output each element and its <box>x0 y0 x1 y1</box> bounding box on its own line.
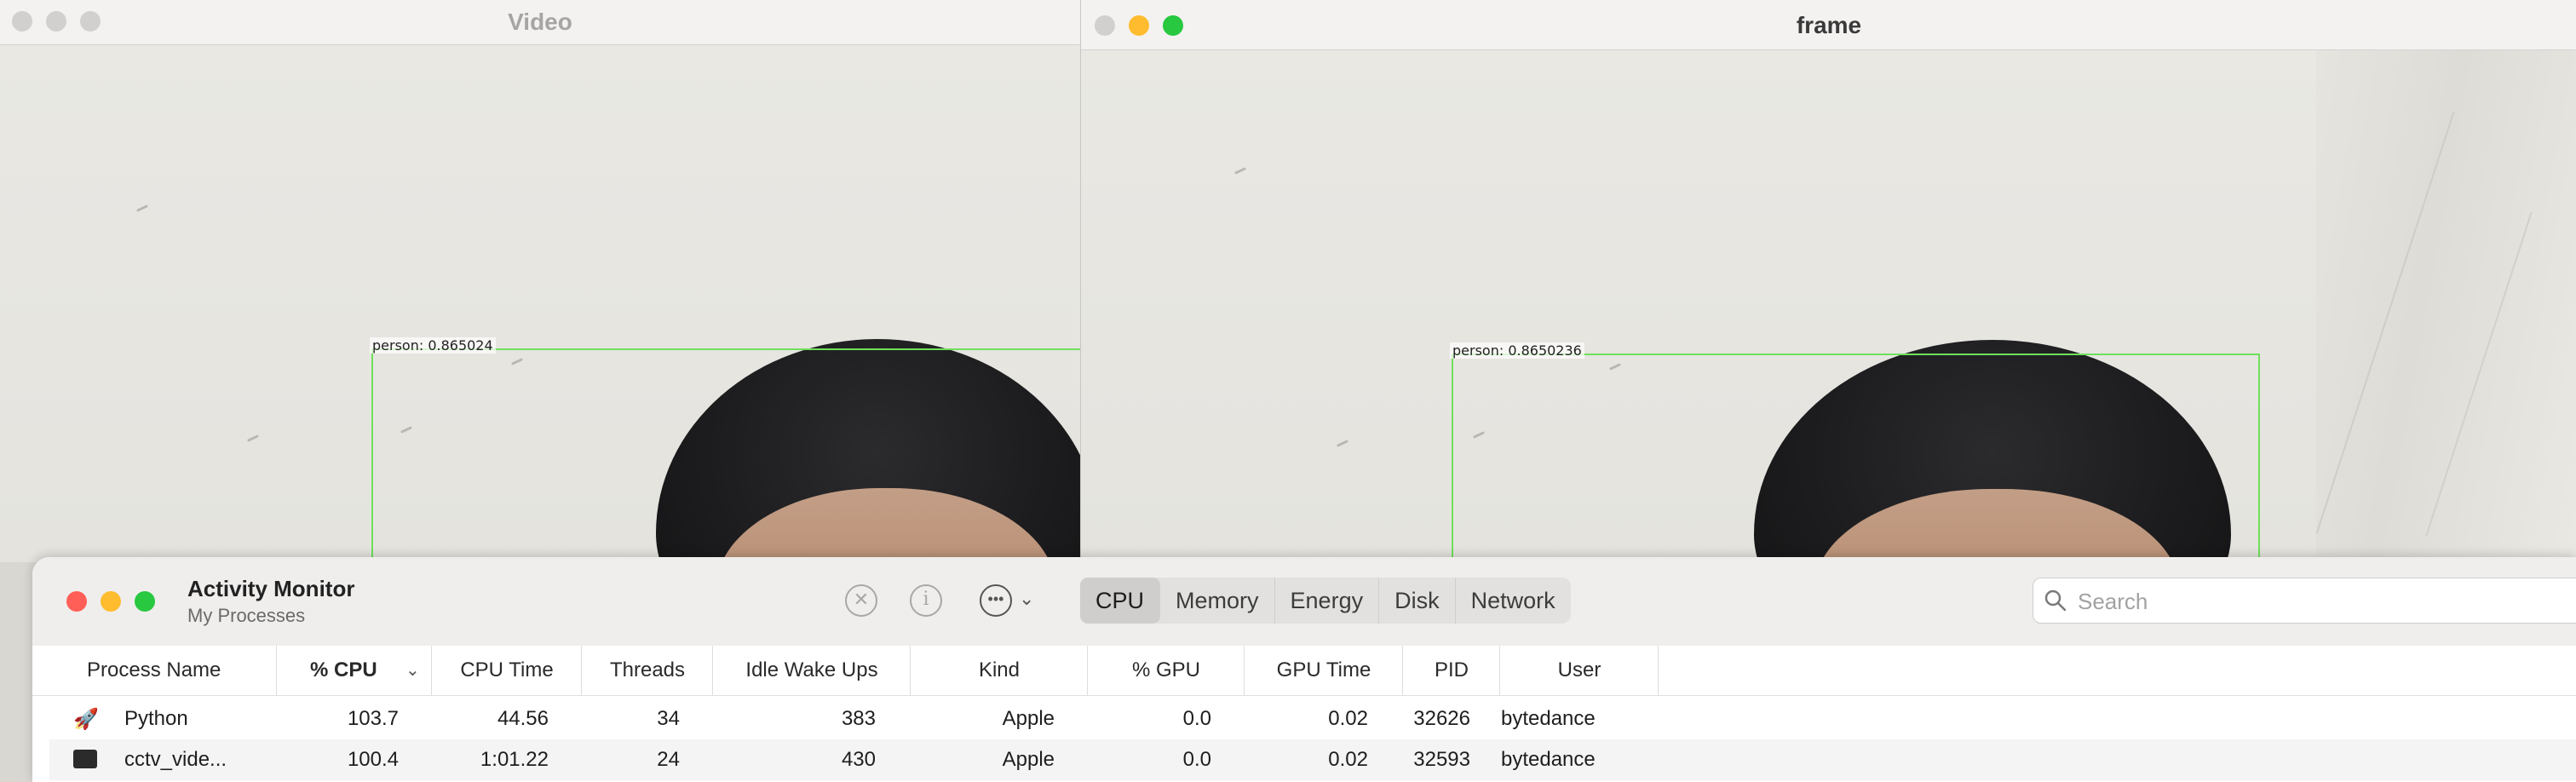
tab-memory[interactable]: Memory <box>1160 578 1275 624</box>
column-header-kind[interactable]: Kind <box>911 646 1088 695</box>
toolbar: Activity Monitor My Processes ✕ i ••• ⌄ … <box>32 557 2576 647</box>
info-icon[interactable]: i <box>910 584 942 617</box>
pid: 32593 <box>1413 748 1470 771</box>
activity-monitor-window: Activity Monitor My Processes ✕ i ••• ⌄ … <box>32 557 2576 782</box>
stop-process-icon[interactable]: ✕ <box>845 584 877 617</box>
column-header-cpu[interactable]: % CPU ⌄ <box>278 646 432 695</box>
column-header-pid[interactable]: PID <box>1404 646 1500 695</box>
gpu-percent: 0.0 <box>1182 707 1211 730</box>
process-name: cctv_vide... <box>124 748 227 771</box>
more-options-icon[interactable]: ••• <box>980 584 1012 617</box>
idle-wake-ups: 383 <box>841 707 876 730</box>
user: bytedance <box>1501 707 1596 730</box>
column-header-idle-wake-ups[interactable]: Idle Wake Ups <box>714 646 911 695</box>
column-header-cpu-time[interactable]: CPU Time <box>433 646 582 695</box>
column-header-row: Process Name % CPU ⌄ CPU Time Threads Id… <box>32 646 2576 696</box>
tab-cpu[interactable]: CPU <box>1080 578 1161 624</box>
sort-chevron-icon: ⌄ <box>405 661 420 680</box>
cpu-percent: 103.7 <box>347 707 399 730</box>
window-title: Activity Monitor <box>187 576 355 601</box>
cpu-time: 1:01.22 <box>480 748 549 771</box>
frame-titlebar: frame <box>1081 0 2576 50</box>
idle-wake-ups: 430 <box>841 748 876 771</box>
window-title: Video <box>508 9 572 35</box>
chevron-down-icon[interactable]: ⌄ <box>1019 588 1034 610</box>
zoom-button[interactable] <box>135 591 155 612</box>
threads: 34 <box>657 707 680 730</box>
close-button[interactable] <box>66 591 87 612</box>
detection-box <box>371 348 1080 562</box>
cpu-time: 44.56 <box>497 707 549 730</box>
column-header-gpu-time[interactable]: GPU Time <box>1245 646 1403 695</box>
kind: Apple <box>1002 748 1055 771</box>
cpu-percent: 100.4 <box>347 748 399 771</box>
tab-bar: CPU Memory Energy Disk Network <box>1080 578 1571 624</box>
python-rocket-icon: 🚀 <box>73 708 99 731</box>
column-header-gpu[interactable]: % GPU <box>1089 646 1245 695</box>
pid: 32626 <box>1413 707 1470 730</box>
tab-energy[interactable]: Energy <box>1275 578 1380 624</box>
search-placeholder: Search <box>2078 589 2148 614</box>
video-window: Video person: 0.865024 <box>0 0 1080 562</box>
column-header-threads[interactable]: Threads <box>583 646 713 695</box>
minimize-button[interactable] <box>101 591 121 612</box>
video-titlebar: Video <box>0 0 1080 45</box>
column-header-user[interactable]: User <box>1501 646 1659 695</box>
column-header-cpu-label: % CPU <box>310 658 377 681</box>
column-header-process-name[interactable]: Process Name <box>87 646 277 695</box>
table-row[interactable]: cctv_vide... 100.4 1:01.22 24 430 Apple … <box>49 739 2576 780</box>
detection-label: person: 0.865024 <box>370 337 496 354</box>
tab-network[interactable]: Network <box>1456 578 1571 624</box>
window-title: frame <box>1796 12 1862 38</box>
threads: 24 <box>657 748 680 771</box>
detection-label: person: 0.8650236 <box>1450 342 1584 359</box>
window-subtitle: My Processes <box>187 605 306 626</box>
search-icon <box>2044 589 2067 612</box>
terminal-icon <box>73 750 97 768</box>
detection-box <box>1452 354 2260 562</box>
gpu-percent: 0.0 <box>1182 748 1211 771</box>
gpu-time: 0.02 <box>1328 748 1368 771</box>
user: bytedance <box>1501 748 1596 771</box>
table-row[interactable]: 🚀 Python 103.7 44.56 34 383 Apple 0.0 0.… <box>49 699 2576 739</box>
frame-window: frame person: 0.8650236 <box>1080 0 2576 562</box>
process-name: Python <box>124 707 188 730</box>
tab-disk[interactable]: Disk <box>1379 578 1456 624</box>
search-field[interactable]: Search <box>2033 578 2576 624</box>
kind: Apple <box>1002 707 1055 730</box>
gpu-time: 0.02 <box>1328 707 1368 730</box>
